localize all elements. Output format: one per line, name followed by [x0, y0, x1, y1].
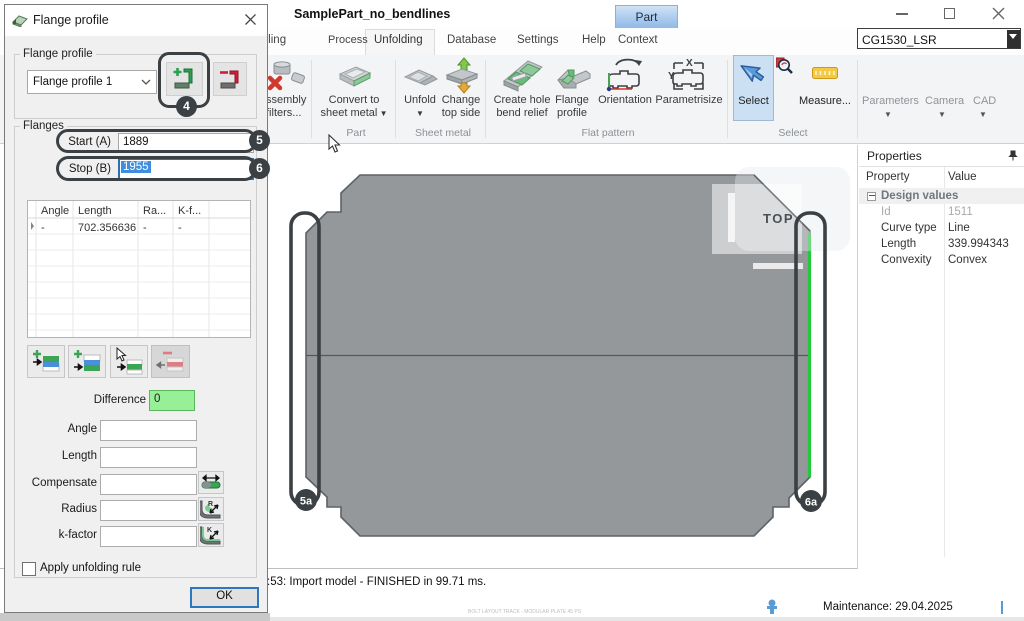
svg-text:X: X [686, 58, 693, 69]
svg-text:TOP: TOP [763, 211, 794, 226]
svg-text:5a: 5a [300, 496, 313, 508]
svg-text:K-f...: K-f... [178, 205, 201, 217]
svg-text:Ra...: Ra... [143, 205, 166, 217]
svg-text:-: - [178, 222, 182, 234]
svg-text:-: - [41, 222, 45, 234]
svg-text:Length: Length [78, 205, 112, 217]
svg-text:K: K [207, 527, 212, 534]
svg-text:6a: 6a [805, 497, 818, 509]
svg-text:702.356636: 702.356636 [78, 222, 136, 234]
svg-text:Y: Y [668, 71, 675, 82]
svg-text:Angle: Angle [41, 205, 69, 217]
svg-text:R: R [208, 501, 213, 508]
svg-text:-: - [143, 222, 147, 234]
